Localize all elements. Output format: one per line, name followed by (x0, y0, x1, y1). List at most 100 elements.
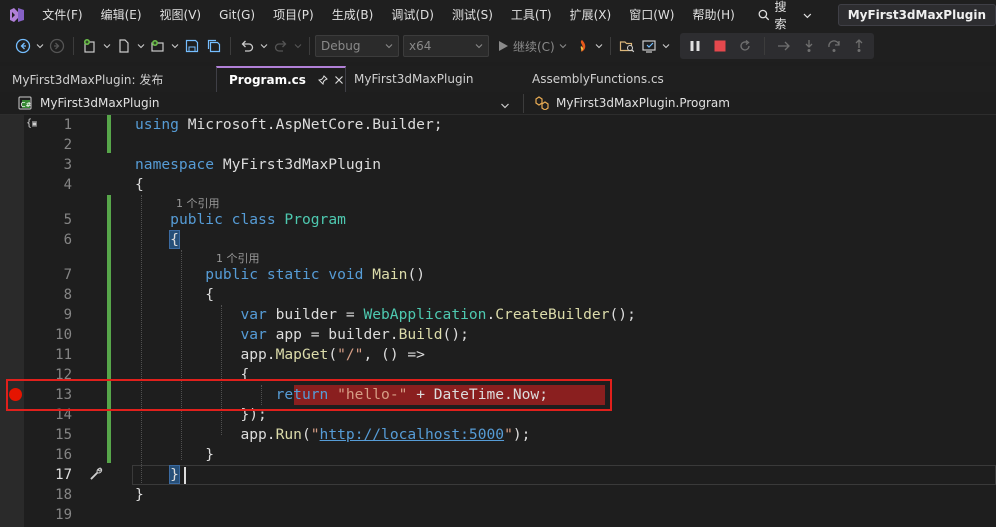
line-number: 3 (63, 157, 72, 173)
line-number: 1 (63, 117, 72, 133)
quick-actions-icon[interactable] (89, 465, 103, 484)
tab-program-cs[interactable]: Program.cs (216, 66, 346, 92)
step-out-button[interactable] (848, 35, 870, 57)
chevron-down-icon (137, 44, 145, 49)
project-name: MyFirst3dMaxPlugin (40, 96, 160, 110)
type-dropdown[interactable]: MyFirst3dMaxPlugin.Program (534, 92, 730, 114)
menu-build[interactable]: 生成(B) (323, 0, 383, 30)
menu-window[interactable]: 窗口(W) (620, 0, 683, 30)
redo-button[interactable] (270, 35, 292, 57)
chevron-down-icon (171, 44, 179, 49)
stop-icon (714, 40, 726, 52)
tab-publish[interactable]: MyFirst3dMaxPlugin: 发布 (0, 66, 216, 92)
chevron-down-icon[interactable] (500, 96, 510, 115)
code-line-4: { (135, 176, 144, 193)
navigate-forward-button[interactable] (46, 35, 68, 57)
codelens-references[interactable]: 1 个引用 (216, 250, 260, 266)
method-name: Build (398, 326, 443, 343)
pin-icon[interactable] (317, 75, 328, 85)
browser-link-button[interactable] (638, 35, 660, 57)
menu-help[interactable]: 帮助(H) (683, 0, 743, 30)
new-project-dropdown[interactable] (101, 35, 113, 57)
menu-git[interactable]: Git(G) (210, 0, 264, 30)
code-line-1: using Microsoft.AspNetCore.Builder; (135, 115, 443, 135)
new-file-dropdown[interactable] (135, 35, 147, 57)
glyph-margin[interactable] (0, 115, 24, 527)
solution-platform-value: x64 (409, 39, 432, 53)
new-file-icon (119, 39, 129, 53)
menu-debug[interactable]: 调试(D) (382, 0, 443, 30)
menu-edit[interactable]: 编辑(E) (92, 0, 151, 30)
undo-dropdown[interactable] (258, 35, 270, 57)
visual-studio-logo-icon[interactable] (0, 0, 33, 30)
string-quote: " (310, 426, 320, 443)
pause-icon (690, 41, 700, 51)
search-button[interactable]: 搜索 (750, 0, 820, 32)
new-project-button[interactable] (79, 35, 101, 57)
chevron-down-icon (595, 44, 603, 49)
save-all-button[interactable] (203, 35, 225, 57)
add-item-button[interactable] (147, 35, 169, 57)
tab-assembly-functions[interactable]: AssemblyFunctions.cs (520, 66, 700, 92)
method-name: MapGet (275, 346, 329, 363)
toolbar-separator (73, 37, 74, 55)
line-number: 10 (55, 327, 72, 343)
arrow-right-icon (777, 41, 790, 51)
menu-extensions[interactable]: 扩展(X) (561, 0, 621, 30)
step-into-button[interactable] (798, 35, 820, 57)
step-over-button[interactable] (823, 35, 845, 57)
navigation-bar: C# MyFirst3dMaxPlugin MyFirst3dMaxPlugin… (0, 92, 996, 115)
browser-link-dropdown[interactable] (660, 35, 672, 57)
menu-file[interactable]: 文件(F) (33, 0, 91, 30)
navigate-back-dropdown[interactable] (34, 35, 46, 57)
restart-button[interactable] (734, 35, 756, 57)
menu-view[interactable]: 视图(V) (151, 0, 211, 30)
break-all-button[interactable] (684, 35, 706, 57)
hot-reload-button[interactable] (571, 35, 593, 57)
tab-project-file[interactable]: MyFirst3dMaxPlugin (342, 66, 520, 92)
code-text: () (407, 266, 426, 283)
menu-test[interactable]: 测试(S) (443, 0, 502, 30)
current-line-highlight (132, 465, 996, 485)
chevron-down-icon (662, 44, 670, 49)
undo-button[interactable] (236, 35, 258, 57)
menu-tools[interactable]: 工具(T) (502, 0, 561, 30)
chevron-down-icon (103, 44, 111, 49)
find-in-files-button[interactable] (616, 35, 638, 57)
new-file-button[interactable] (113, 35, 135, 57)
code-editor[interactable]: {▣ 1 2 3 4 5 6 7 8 9 10 11 12 13 14 15 1… (0, 115, 996, 527)
url-link[interactable]: http://localhost:5000 (320, 426, 505, 443)
show-next-statement-button[interactable] (773, 35, 795, 57)
code-text: app = builder. (266, 326, 399, 343)
line-number: 9 (63, 307, 72, 323)
project-dropdown[interactable]: C# MyFirst3dMaxPlugin (8, 92, 520, 114)
add-item-dropdown[interactable] (169, 35, 181, 57)
menu-project[interactable]: 项目(P) (264, 0, 323, 30)
code-text: ); (512, 426, 531, 443)
method-name: CreateBuilder (495, 306, 610, 323)
change-marker (107, 195, 111, 463)
solution-configuration-select[interactable]: Debug (315, 35, 399, 57)
annotation-highlight-box (6, 379, 612, 411)
code-text: , () => (363, 346, 425, 363)
save-button[interactable] (181, 35, 203, 57)
code-text: { (205, 286, 215, 303)
continue-button[interactable]: 继续(C) (493, 38, 571, 55)
line-number: 15 (55, 427, 72, 443)
step-into-icon (805, 40, 813, 52)
step-over-icon (828, 40, 840, 52)
save-all-icon (207, 39, 221, 53)
string-quote: " (504, 426, 513, 443)
hot-reload-dropdown[interactable] (593, 35, 605, 57)
navigate-back-button[interactable] (12, 35, 34, 57)
matched-brace: } (169, 465, 180, 484)
step-out-icon (855, 39, 863, 52)
navbar-divider (523, 94, 524, 113)
line-number: 8 (63, 287, 72, 303)
codelens-references[interactable]: 1 个引用 (176, 195, 220, 211)
redo-dropdown[interactable] (292, 35, 304, 57)
method-name: Run (275, 426, 302, 443)
stop-debugging-button[interactable] (709, 35, 731, 57)
solution-platform-select[interactable]: x64 (403, 35, 489, 57)
code-line-17: } (135, 465, 180, 485)
